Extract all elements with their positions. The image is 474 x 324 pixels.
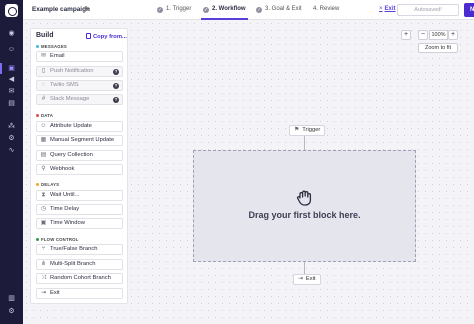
section-data: DATA	[36, 113, 53, 118]
block-push-notification[interactable]: ▯ Push Notification?	[36, 66, 123, 77]
settings-icon[interactable]: ⚙	[7, 134, 16, 143]
flag-icon: ⚑	[294, 127, 300, 133]
block-webhook[interactable]: ⚲ Webhook	[36, 164, 123, 175]
exit-icon: ⇥	[298, 276, 303, 282]
step-trigger[interactable]: ✓ 1. Trigger	[157, 6, 191, 13]
hourglass-icon: ⧗	[41, 192, 46, 198]
attribute-icon: ☺	[40, 123, 47, 129]
block-manual-segment-update[interactable]: ▦ Manual Segment Update	[36, 135, 123, 146]
integrations-icon[interactable]: ⁂	[7, 122, 16, 131]
section-flow-control: FLOW CONTROL	[36, 237, 78, 242]
check-icon: ✓	[203, 7, 209, 13]
info-icon[interactable]: ?	[113, 68, 119, 75]
clock-icon: ◷	[40, 206, 47, 212]
zoom-in-button[interactable]: +	[401, 30, 411, 40]
dot-icon	[36, 183, 39, 186]
check-icon: ✓	[256, 7, 262, 13]
block-true-false-branch[interactable]: ⑂ True/False Branch	[36, 244, 123, 255]
exit-icon: ⇥	[40, 290, 47, 296]
close-icon: ×	[379, 6, 383, 12]
block-time-window[interactable]: ▣ Time Window	[36, 218, 123, 229]
connector-line	[304, 262, 305, 274]
copy-icon	[86, 33, 91, 39]
dot-icon	[36, 238, 39, 241]
dot-icon	[36, 114, 39, 117]
mail-icon: ✉	[40, 53, 47, 59]
objects-icon[interactable]: ▤	[7, 99, 16, 108]
section-delays: DELAYS	[36, 182, 59, 187]
people-icon[interactable]: ☺	[7, 45, 16, 54]
broadcast-icon[interactable]: ◀	[7, 75, 16, 84]
split-icon: ⋔	[40, 261, 47, 267]
connector-line	[304, 136, 305, 150]
step-review[interactable]: 4. Review	[313, 6, 339, 12]
trigger-node[interactable]: ⚑ Trigger	[289, 125, 326, 136]
sms-icon: ◌	[41, 82, 46, 88]
main-nav-rail: ◉ ☺ ▣ ◀ ✉ ▤ ⁂ ⚙ ∿ ▥ ⚙	[0, 0, 23, 324]
copy-from-button[interactable]: Copy from...	[86, 33, 127, 40]
step-workflow[interactable]: ✓ 2. Workflow	[201, 6, 248, 20]
block-attribute-update[interactable]: ☺ Attribute Update	[36, 121, 123, 132]
branch-icon: ⑂	[41, 246, 46, 252]
database-icon: ▤	[40, 152, 47, 158]
zoom-level: 100%	[429, 30, 448, 40]
drop-zone-text: Drag your first block here.	[248, 210, 361, 220]
step-goal-exit[interactable]: ✓ 3. Goal & Exit	[256, 6, 302, 13]
info-icon[interactable]: ?	[113, 82, 119, 89]
slack-icon: #	[41, 96, 46, 102]
next-button[interactable]: Next	[464, 3, 474, 17]
zoom-to-fit-button[interactable]: Zoom to fit	[418, 43, 458, 53]
shuffle-icon: ⤨	[41, 275, 46, 281]
block-slack-message[interactable]: # Slack Message?	[36, 94, 123, 105]
phone-icon: ▯	[41, 68, 46, 74]
section-messages: MESSAGES	[36, 44, 67, 49]
build-title: Build	[36, 32, 54, 39]
zoom-reset-button[interactable]: +	[448, 30, 458, 40]
check-icon: ✓	[157, 7, 163, 13]
dashboard-icon[interactable]: ◉	[7, 29, 16, 38]
exit-node[interactable]: ⇥ Exit	[293, 274, 321, 285]
block-time-delay[interactable]: ◷ Time Delay	[36, 204, 123, 215]
account-icon[interactable]: ⚙	[7, 307, 16, 316]
zoom-out-button[interactable]: −	[418, 30, 428, 40]
activity-icon[interactable]: ∿	[7, 146, 16, 155]
dot-icon	[36, 45, 39, 48]
block-twilio-sms[interactable]: ◌ Twilio SMS?	[36, 80, 123, 91]
segment-icon: ▦	[40, 137, 47, 143]
block-query-collection[interactable]: ▤ Query Collection	[36, 150, 123, 161]
autosave-status: Autosaved!	[397, 4, 459, 16]
webhook-icon: ⚲	[41, 166, 46, 172]
messages-icon[interactable]: ✉	[7, 87, 16, 96]
campaign-name[interactable]: Example campaign	[32, 6, 90, 13]
info-icon[interactable]: ?	[113, 96, 119, 103]
exit-link[interactable]: × Exit	[379, 6, 396, 12]
docs-icon[interactable]: ▥	[7, 294, 16, 303]
block-random-cohort-branch[interactable]: ⤨ Random Cohort Branch	[36, 273, 123, 284]
block-exit[interactable]: ⇥ Exit	[36, 288, 123, 299]
block-wait-until[interactable]: ⧗ Wait Until...	[36, 190, 123, 201]
top-bar: Example campaign ✎ ✓ 1. Trigger ✓ 2. Workf…	[23, 0, 474, 20]
calendar-icon: ▣	[40, 220, 47, 226]
build-panel: Build Copy from... MESSAGES ✉ Email ▯ Push…	[30, 28, 128, 304]
pencil-icon[interactable]: ✎	[84, 5, 90, 13]
block-email[interactable]: ✉ Email	[36, 51, 123, 62]
block-multi-split-branch[interactable]: ⋔ Multi-Split Branch	[36, 259, 123, 270]
campaigns-icon[interactable]: ▣	[0, 63, 16, 74]
app-logo[interactable]	[5, 4, 18, 17]
hand-grab-icon	[296, 190, 312, 206]
